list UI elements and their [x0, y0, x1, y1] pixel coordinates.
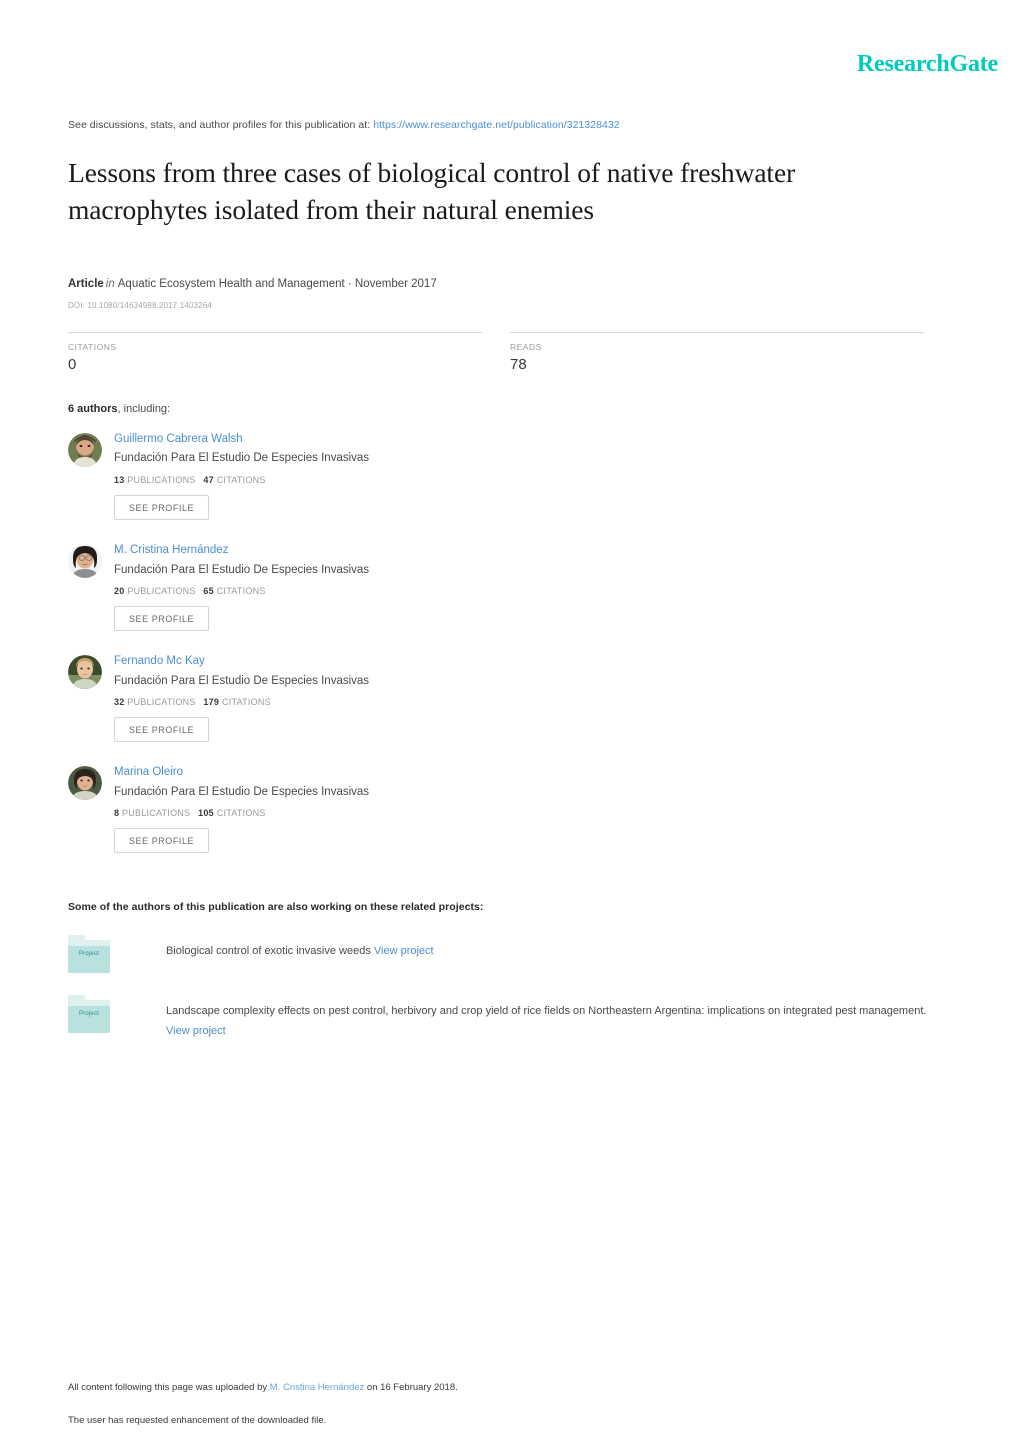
publication-url-link[interactable]: https://www.researchgate.net/publication…: [373, 119, 620, 131]
project-icon-label: Project: [78, 1011, 100, 1018]
view-project-link[interactable]: View project: [166, 1025, 226, 1037]
citations-label: CITATIONS: [216, 808, 266, 819]
authors-count: 6 authors: [68, 402, 118, 415]
project-folder-icon: Project: [68, 935, 110, 974]
article-meta-line: Article in Aquatic Ecosystem Health and Ma…: [68, 276, 952, 292]
article-type-label: Article: [68, 278, 104, 291]
citations-label: CITATIONS: [221, 697, 271, 708]
divider: [68, 332, 482, 334]
footer-upload-suffix: on 16 February 2018.: [366, 1382, 458, 1393]
author-name[interactable]: Guillermo Cabrera Walsh: [114, 432, 369, 448]
citations-label: CITATIONS: [216, 586, 266, 597]
avatar[interactable]: [68, 766, 102, 801]
author-stats: 13 PUBLICATIONS 47 CITATIONS: [114, 475, 369, 485]
authors-heading: 6 authors, including:: [68, 403, 952, 415]
stat-label-citations: CITATIONS: [68, 342, 117, 353]
discussions-prefix-text: See discussions, stats, and author profi…: [68, 119, 371, 131]
author-body: Marina Oleiro Fundación Para El Estudio …: [114, 764, 370, 854]
project-icon-label: Project: [78, 951, 100, 958]
stat-citations: CITATIONS 0: [68, 332, 482, 374]
stat-value-citations: 0: [68, 356, 77, 374]
see-profile-button[interactable]: SEE PROFILE: [114, 828, 210, 854]
discussions-line: See discussions, stats, and author profi…: [68, 118, 952, 133]
author-body: M. Cristina Hernández Fundación Para El …: [114, 542, 370, 632]
see-profile-button[interactable]: SEE PROFILE: [114, 717, 210, 743]
citations-count: 47: [203, 475, 214, 485]
publications-count: 13: [114, 475, 125, 485]
footer-enhancement-note: The user has requested enhancement of th…: [68, 1415, 327, 1427]
author-stats: 32 PUBLICATIONS 179 CITATIONS: [114, 697, 369, 707]
footer-upload-prefix: All content following this page was uplo…: [68, 1382, 268, 1393]
author-stats: 20 PUBLICATIONS 65 CITATIONS: [114, 586, 369, 596]
researchgate-logo[interactable]: ResearchGate: [857, 52, 998, 76]
avatar[interactable]: [68, 432, 102, 467]
project-title-text: Landscape complexity effects on pest con…: [166, 1005, 927, 1018]
author-card: M. Cristina Hernández Fundación Para El …: [68, 542, 511, 632]
avatar[interactable]: [68, 544, 102, 578]
project-description: Landscape complexity effects on pest con…: [166, 995, 952, 1042]
researchgate-cover-page: ResearchGate See discussions, stats, and…: [0, 0, 1020, 1441]
project-row: Project Landscape complexity effects on …: [68, 995, 952, 1042]
publications-label: PUBLICATIONS: [122, 808, 191, 819]
author-stats: 8 PUBLICATIONS 105 CITATIONS: [114, 808, 369, 818]
journal-name: Aquatic Ecosystem Health and Management …: [117, 278, 437, 291]
stats-row: CITATIONS 0 READS 78: [68, 332, 952, 374]
see-profile-button[interactable]: SEE PROFILE: [114, 495, 210, 520]
divider: [510, 332, 924, 334]
publications-label: PUBLICATIONS: [127, 475, 196, 485]
see-profile-button[interactable]: SEE PROFILE: [114, 606, 210, 632]
citations-label: CITATIONS: [216, 475, 266, 485]
publications-label: PUBLICATIONS: [127, 586, 196, 597]
avatar[interactable]: [68, 655, 102, 690]
author-affiliation: Fundación Para El Estudio De Especies In…: [114, 452, 370, 465]
authors-grid: Guillermo Cabrera Walsh Fundación Para E…: [68, 431, 952, 875]
view-project-link[interactable]: View project: [374, 945, 434, 957]
stat-reads: READS 78: [510, 332, 924, 374]
stat-label-reads: READS: [510, 342, 542, 353]
author-name[interactable]: Marina Oleiro: [114, 765, 369, 781]
citations-count: 65: [203, 586, 214, 597]
publications-label: PUBLICATIONS: [127, 697, 196, 708]
publications-count: 20: [114, 586, 125, 597]
publications-count: 8: [114, 808, 120, 819]
footer: All content following this page was uplo…: [68, 1381, 928, 1429]
publications-count: 32: [114, 697, 125, 708]
related-projects-heading: Some of the authors of this publication …: [68, 901, 484, 914]
stat-value-reads: 78: [510, 356, 527, 374]
project-title-text: Biological control of exotic invasive we…: [166, 945, 371, 958]
project-description: Biological control of exotic invasive we…: [166, 935, 434, 973]
author-name[interactable]: M. Cristina Hernández: [114, 543, 369, 559]
citations-count: 179: [203, 697, 220, 708]
author-card: Fernando Mc Kay Fundación Para El Estudi…: [68, 653, 511, 743]
authors-count-suffix: , including:: [117, 402, 171, 415]
page-title: Lessons from three cases of biological c…: [68, 156, 796, 225]
project-row: Project Biological control of exotic inv…: [68, 935, 952, 974]
article-in-label: in: [105, 278, 115, 291]
citations-count: 105: [198, 808, 214, 819]
author-body: Fernando Mc Kay Fundación Para El Estudi…: [114, 653, 370, 743]
author-card: Guillermo Cabrera Walsh Fundación Para E…: [68, 431, 511, 520]
author-affiliation: Fundación Para El Estudio De Especies In…: [114, 563, 370, 576]
author-body: Guillermo Cabrera Walsh Fundación Para E…: [114, 431, 369, 520]
author-affiliation: Fundación Para El Estudio De Especies In…: [114, 674, 370, 687]
footer-uploader-link[interactable]: M. Cristina Hernández: [270, 1382, 365, 1393]
author-name[interactable]: Fernando Mc Kay: [114, 654, 369, 670]
author-card: Marina Oleiro Fundación Para El Estudio …: [68, 764, 511, 854]
page-content: See discussions, stats, and author profi…: [68, 118, 952, 1042]
author-affiliation: Fundación Para El Estudio De Especies In…: [114, 785, 370, 798]
doi-line: DOI: 10.1080/14634988.2017.1403264: [68, 301, 212, 311]
project-folder-icon: Project: [68, 995, 110, 1034]
footer-upload-line: All content following this page was uplo…: [68, 1381, 928, 1395]
